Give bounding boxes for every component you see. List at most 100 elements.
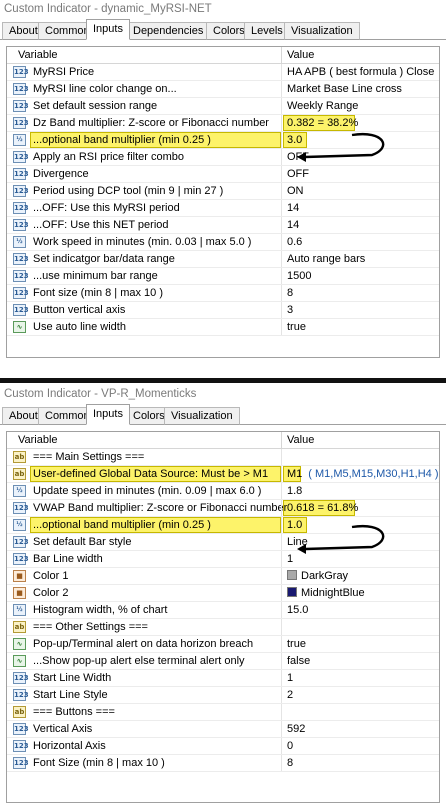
variable-label: Bar Line width bbox=[33, 553, 103, 565]
value-cell[interactable]: 14 bbox=[287, 217, 299, 233]
value-cell[interactable]: 1500 bbox=[287, 268, 311, 284]
value-cell[interactable]: 8 bbox=[287, 755, 293, 771]
table-row[interactable]: 123 MyRSI line color change on... Market B… bbox=[7, 81, 439, 98]
table-row[interactable]: 123 Vertical Axis 592 bbox=[7, 721, 439, 738]
value-text: Weekly Range bbox=[287, 100, 359, 112]
table-row[interactable]: ½ Update speed in minutes (min. 0.09 | ma… bbox=[7, 483, 439, 500]
variable-label: Set indicatgor bar/data range bbox=[33, 253, 175, 265]
table-row[interactable]: ∿ ...Show pop-up alert else terminal aler… bbox=[7, 653, 439, 670]
color-swatch bbox=[287, 587, 297, 597]
value-cell[interactable]: Auto range bars bbox=[287, 251, 365, 267]
table-row[interactable]: 123 Font Size (min 8 | max 10 ) 8 bbox=[7, 755, 439, 772]
value-cell[interactable]: 15.0 bbox=[287, 602, 308, 618]
table-row[interactable]: 123 Dz Band multiplier: Z-score or Fibona… bbox=[7, 115, 439, 132]
value-cell[interactable]: Market Base Line cross bbox=[287, 81, 402, 97]
table-row[interactable]: 123 Apply an RSI price filter combo OFF bbox=[7, 149, 439, 166]
value-cell[interactable]: 14 bbox=[287, 200, 299, 216]
value-cell[interactable]: ON bbox=[287, 183, 304, 199]
variable-label: Set default session range bbox=[33, 100, 158, 112]
value-cell[interactable]: true bbox=[287, 319, 306, 335]
value-cell[interactable]: 2 bbox=[287, 687, 293, 703]
value-cell[interactable]: M1 ( M1,M5,M15,M30,H1,H4 ) bbox=[287, 466, 438, 482]
variable-label: Button vertical axis bbox=[33, 304, 126, 316]
value-cell[interactable]: 1 bbox=[287, 551, 293, 567]
number-type-icon: 123 bbox=[13, 689, 29, 701]
table-row[interactable]: ■ Color 2 MidnightBlue bbox=[7, 585, 439, 602]
value-cell[interactable]: 0 bbox=[287, 738, 293, 754]
value-cell[interactable]: 0.382 = 38.2% bbox=[287, 115, 358, 131]
table-row[interactable]: ½ Work speed in minutes (min. 0.03 | max … bbox=[7, 234, 439, 251]
value-cell[interactable]: 3 bbox=[287, 302, 293, 318]
table-row[interactable]: ab === Buttons === bbox=[7, 704, 439, 721]
number-type-icon: 123 bbox=[13, 83, 29, 95]
value-text: 15.0 bbox=[287, 604, 309, 616]
value-cell[interactable]: 8 bbox=[287, 285, 293, 301]
table-row[interactable]: 123 Start Line Style 2 bbox=[7, 687, 439, 704]
value-cell[interactable]: Weekly Range bbox=[287, 98, 358, 114]
value-cell[interactable]: 3.0 bbox=[287, 132, 302, 148]
table-row[interactable]: ab User-defined Global Data Source: Must … bbox=[7, 466, 439, 483]
value-cell[interactable]: true bbox=[287, 636, 306, 652]
value-text: OFF bbox=[287, 151, 309, 163]
value-cell[interactable]: Line bbox=[287, 534, 308, 550]
header-value[interactable]: Value bbox=[287, 432, 314, 448]
value-cell[interactable]: MidnightBlue bbox=[287, 585, 365, 601]
number-type-icon: 123 bbox=[13, 740, 29, 752]
value-cell[interactable]: false bbox=[287, 653, 310, 669]
value-cell[interactable]: 0.618 = 61.8% bbox=[287, 500, 358, 516]
value-cell[interactable]: 1.8 bbox=[287, 483, 302, 499]
timeframe-note: ( M1,M5,M15,M30,H1,H4 ) bbox=[308, 468, 439, 480]
value-cell[interactable]: 592 bbox=[287, 721, 305, 737]
tab-dependencies[interactable]: Dependencies bbox=[126, 22, 211, 40]
value-cell[interactable]: OFF bbox=[287, 149, 309, 165]
table-row[interactable]: 123 Set indicatgor bar/data range Auto ran… bbox=[7, 251, 439, 268]
table-row[interactable]: 123 Divergence OFF bbox=[7, 166, 439, 183]
table-row[interactable]: 123 ...OFF: Use this NET period 14 bbox=[7, 217, 439, 234]
value-text: 592 bbox=[287, 723, 306, 735]
number-type-icon: 123 bbox=[13, 253, 29, 265]
variable-label: ...OFF: Use this NET period bbox=[33, 219, 169, 231]
table-row[interactable]: ab === Other Settings === bbox=[7, 619, 439, 636]
table-row[interactable]: ■ Color 1 DarkGray bbox=[7, 568, 439, 585]
value-cell[interactable]: 0.6 bbox=[287, 234, 302, 250]
string-type-icon: ab bbox=[13, 451, 26, 463]
value-cell[interactable]: DarkGray bbox=[287, 568, 348, 584]
tab-inputs[interactable]: Inputs bbox=[86, 404, 130, 425]
table-row[interactable]: 123 Font size (min 8 | max 10 ) 8 bbox=[7, 285, 439, 302]
table-row[interactable]: 123 Period using DCP tool (min 9 | min 27… bbox=[7, 183, 439, 200]
header-value[interactable]: Value bbox=[287, 47, 314, 63]
header-variable[interactable]: Variable bbox=[18, 432, 58, 448]
table-row[interactable]: ½ Histogram width, % of chart 15.0 bbox=[7, 602, 439, 619]
table-row[interactable]: 123 Bar Line width 1 bbox=[7, 551, 439, 568]
table-row[interactable]: 123 Horizontal Axis 0 bbox=[7, 738, 439, 755]
table-row[interactable]: ab === Main Settings === bbox=[7, 449, 439, 466]
table-row[interactable]: 123 VWAP Band multiplier: Z-score or Fibo… bbox=[7, 500, 439, 517]
table-row[interactable]: 123 ...OFF: Use this MyRSI period 14 bbox=[7, 200, 439, 217]
tab-visualization[interactable]: Visualization bbox=[164, 407, 240, 425]
value-cell[interactable]: HA APB ( best formula ) Close bbox=[287, 64, 434, 80]
tab-visualization[interactable]: Visualization bbox=[284, 22, 360, 40]
tab-levels[interactable]: Levels bbox=[244, 22, 290, 40]
table-row[interactable]: 123 MyRSI Price HA APB ( best formula ) Cl… bbox=[7, 64, 439, 81]
table-row[interactable]: 123 ...use minimum bar range 1500 bbox=[7, 268, 439, 285]
value-cell[interactable]: 1 bbox=[287, 670, 293, 686]
table-row[interactable]: 123 Start Line Width 1 bbox=[7, 670, 439, 687]
tab-inputs[interactable]: Inputs bbox=[86, 19, 130, 40]
number-type-icon: 123 bbox=[13, 219, 29, 231]
value-text: true bbox=[287, 321, 306, 333]
value-cell[interactable]: OFF bbox=[287, 166, 309, 182]
number-type-icon: 123 bbox=[13, 168, 29, 180]
table-row[interactable]: 123 Set default session range Weekly Range bbox=[7, 98, 439, 115]
value-text: OFF bbox=[287, 168, 309, 180]
inputs-grid: Variable Value ab === Main Settings === ab… bbox=[6, 431, 440, 803]
table-row[interactable]: 123 Set default Bar style Line bbox=[7, 534, 439, 551]
table-row[interactable]: ½ ...optional band multiplier (min 0.25 )… bbox=[7, 517, 439, 534]
table-row[interactable]: 123 Button vertical axis 3 bbox=[7, 302, 439, 319]
value-cell[interactable]: 1.0 bbox=[287, 517, 302, 533]
variable-label: Use auto line width bbox=[33, 321, 126, 333]
header-variable[interactable]: Variable bbox=[18, 47, 58, 63]
table-row[interactable]: ∿ Use auto line width true bbox=[7, 319, 439, 336]
value-text: 8 bbox=[287, 287, 294, 299]
table-row[interactable]: ∿ Pop-up/Terminal alert on data horizon b… bbox=[7, 636, 439, 653]
table-row[interactable]: ½ ...optional band multiplier (min 0.25 )… bbox=[7, 132, 439, 149]
